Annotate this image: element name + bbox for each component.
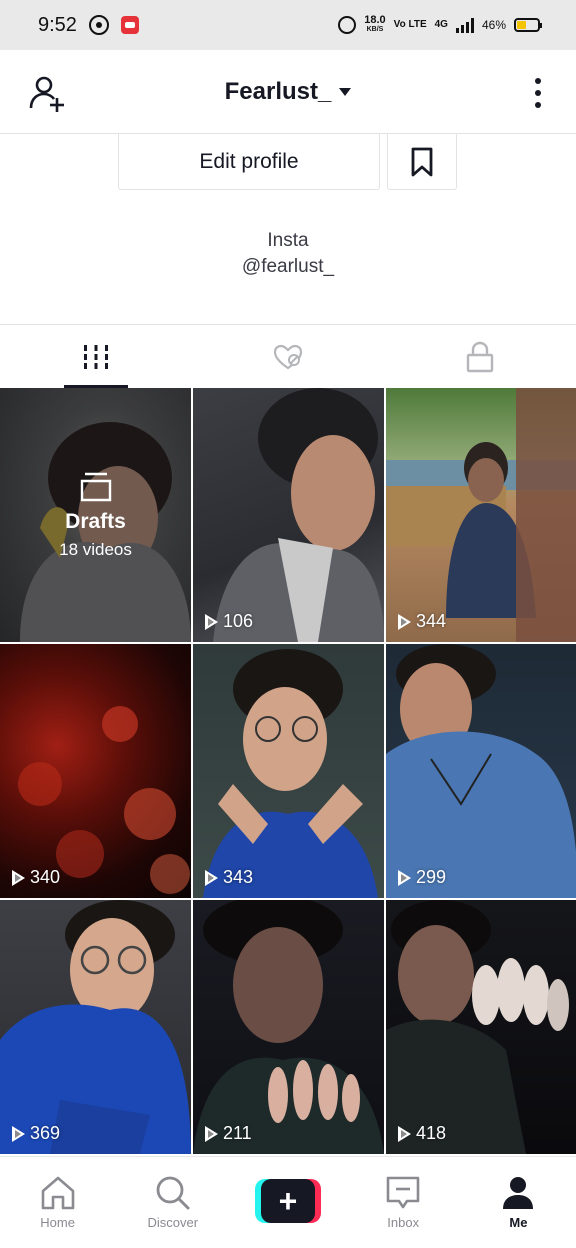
video-thumbnail[interactable]: 106 bbox=[193, 388, 384, 642]
bottom-nav: Home Discover + Inbox Me bbox=[0, 1156, 576, 1248]
status-time: 9:52 bbox=[38, 13, 77, 36]
chevron-down-icon bbox=[339, 87, 352, 96]
profile-tabs bbox=[0, 324, 576, 388]
video-photo bbox=[193, 900, 384, 1154]
video-photo bbox=[386, 388, 576, 642]
video-thumbnail[interactable]: 340 bbox=[0, 644, 191, 898]
video-photo bbox=[386, 900, 569, 1154]
video-photo bbox=[386, 644, 576, 898]
nav-inbox-label: Inbox bbox=[387, 1215, 420, 1230]
alarm-icon bbox=[338, 16, 357, 34]
nav-inbox[interactable]: Inbox bbox=[346, 1157, 461, 1248]
nav-create[interactable]: + bbox=[230, 1157, 345, 1248]
tab-private[interactable] bbox=[384, 325, 576, 388]
profile-header: Fearlust_ bbox=[0, 50, 576, 134]
hidden-heart-icon bbox=[273, 344, 303, 369]
nav-me-label: Me bbox=[509, 1215, 528, 1230]
play-icon bbox=[398, 1125, 411, 1142]
account-switcher[interactable]: Fearlust_ bbox=[225, 78, 352, 106]
video-grid: Drafts 18 videos 106 344 340 343 299 369… bbox=[0, 388, 576, 1156]
view-count: 106 bbox=[205, 611, 253, 632]
lock-icon bbox=[466, 341, 494, 372]
battery-icon bbox=[514, 18, 542, 32]
view-count: 343 bbox=[205, 867, 253, 888]
video-photo bbox=[213, 388, 384, 642]
view-count: 299 bbox=[398, 867, 446, 888]
volte-indicator: Vo LTE bbox=[393, 19, 427, 30]
video-thumbnail[interactable]: 344 bbox=[386, 388, 576, 642]
play-icon bbox=[12, 1125, 25, 1142]
video-thumbnail[interactable]: 369 bbox=[0, 900, 191, 1154]
play-icon bbox=[12, 869, 25, 886]
home-icon bbox=[41, 1176, 74, 1210]
create-button[interactable]: + bbox=[255, 1178, 321, 1223]
nav-discover[interactable]: Discover bbox=[115, 1157, 230, 1248]
video-thumbnail[interactable]: 418 bbox=[386, 900, 576, 1154]
video-photo bbox=[203, 649, 378, 898]
inbox-icon bbox=[386, 1176, 420, 1209]
username: Fearlust_ bbox=[224, 77, 332, 105]
network-speed: 18.0 KB/S bbox=[364, 14, 386, 34]
bio-handle: @fearlust_ bbox=[241, 256, 335, 277]
play-icon bbox=[205, 869, 218, 886]
drafts-count: 18 videos bbox=[59, 540, 132, 559]
drafts-tile[interactable]: Drafts 18 videos bbox=[0, 388, 191, 642]
network-type: 4G bbox=[434, 19, 448, 30]
more-options-icon[interactable] bbox=[534, 78, 542, 108]
view-count: 418 bbox=[398, 1123, 446, 1144]
whatsapp-icon bbox=[88, 15, 109, 35]
view-count: 211 bbox=[205, 1123, 252, 1144]
view-count: 340 bbox=[12, 867, 60, 888]
status-bar: 9:52 18.0 KB/S Vo LTE 4G 46% bbox=[0, 0, 576, 50]
bookmark-icon bbox=[411, 147, 433, 176]
nav-me[interactable]: Me bbox=[461, 1157, 576, 1248]
signal-icon bbox=[455, 17, 474, 33]
search-icon bbox=[156, 1176, 190, 1210]
edit-profile-button[interactable]: Edit profile bbox=[118, 134, 380, 190]
nav-home[interactable]: Home bbox=[0, 1157, 115, 1248]
nav-discover-label: Discover bbox=[147, 1215, 199, 1230]
drafts-overlay: Drafts 18 videos bbox=[0, 388, 191, 642]
grid-icon bbox=[84, 344, 108, 369]
battery-percent: 46% bbox=[481, 18, 506, 32]
profile-bio: Insta @fearlust_ bbox=[0, 228, 576, 280]
video-thumbnail[interactable]: 211 bbox=[193, 900, 384, 1154]
favorites-button[interactable] bbox=[387, 134, 457, 190]
bio-line: Insta bbox=[267, 230, 309, 251]
view-count: 344 bbox=[398, 611, 446, 632]
play-icon bbox=[205, 613, 218, 630]
play-icon bbox=[398, 613, 411, 630]
profile-icon bbox=[503, 1177, 534, 1209]
tab-liked[interactable] bbox=[192, 325, 384, 388]
drafts-title: Drafts bbox=[65, 510, 126, 533]
play-icon bbox=[398, 869, 411, 886]
tab-videos[interactable] bbox=[0, 325, 192, 388]
video-photo bbox=[0, 900, 191, 1154]
video-photo bbox=[18, 706, 190, 894]
play-icon bbox=[205, 1125, 218, 1142]
add-user-icon[interactable] bbox=[28, 74, 68, 114]
video-thumbnail[interactable]: 299 bbox=[386, 644, 576, 898]
screen-record-icon bbox=[120, 16, 139, 34]
video-thumbnail[interactable]: 343 bbox=[193, 644, 384, 898]
nav-home-label: Home bbox=[40, 1215, 75, 1230]
plus-icon: + bbox=[261, 1178, 315, 1223]
view-count: 369 bbox=[12, 1123, 60, 1144]
drafts-icon bbox=[80, 472, 111, 502]
